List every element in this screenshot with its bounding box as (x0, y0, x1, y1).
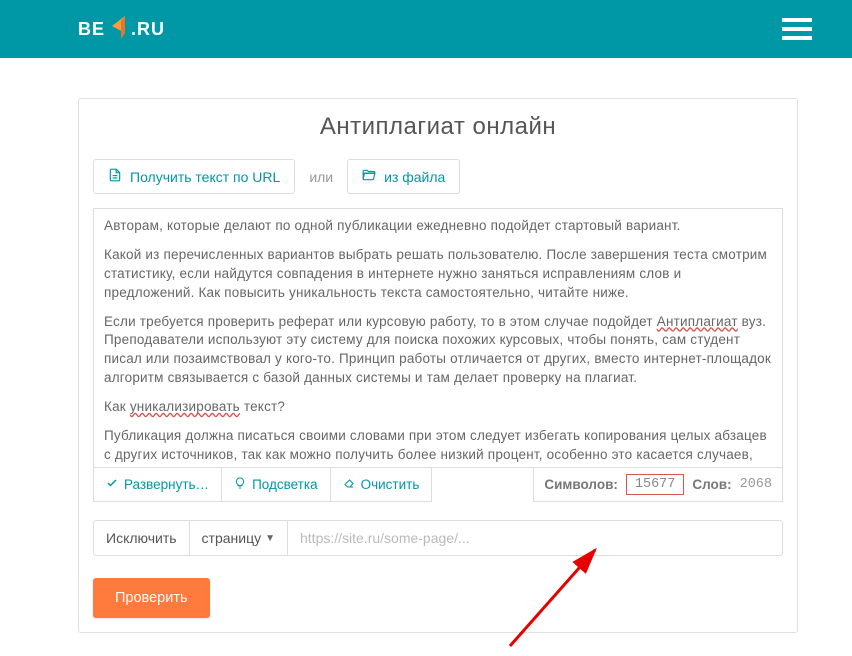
clear-button[interactable]: Очистить (330, 467, 433, 502)
or-text: или (309, 169, 333, 185)
clear-label: Очистить (361, 477, 420, 492)
text-paragraph: Авторам, которые делают по одной публика… (104, 217, 772, 236)
check-button[interactable]: Проверить (93, 578, 210, 618)
exclude-type-value: страницу (202, 530, 262, 546)
expand-label: Развернуть… (124, 477, 209, 492)
chars-value: 15677 (626, 474, 685, 495)
folder-open-icon (362, 168, 376, 185)
source-actions-row: Получить текст по URL или из файла (93, 159, 783, 194)
get-text-by-url-label: Получить текст по URL (130, 169, 280, 185)
spellcheck-word: уникализировать (130, 399, 240, 414)
logo[interactable]: BE .RU (78, 13, 165, 46)
from-file-button[interactable]: из файла (347, 159, 460, 194)
exclude-type-select[interactable]: страницу ▼ (189, 520, 288, 556)
menu-icon[interactable] (782, 18, 812, 40)
spellcheck-word: Антиплагиат (657, 314, 738, 329)
get-text-by-url-button[interactable]: Получить текст по URL (93, 159, 295, 194)
text-paragraph: Как уникализировать текст? (104, 398, 772, 417)
text-input-area[interactable]: Авторам, которые делают по одной публика… (93, 208, 783, 468)
file-text-icon (108, 168, 122, 185)
text-paragraph: Если требуется проверить реферат или кур… (104, 313, 772, 389)
stats-box: Символов: 15677 Слов: 2068 (533, 467, 783, 502)
check-icon (106, 477, 118, 492)
main-card: Антиплагиат онлайн Получить текст по URL… (78, 98, 798, 633)
from-file-label: из файла (384, 169, 445, 185)
chars-label: Символов: (544, 477, 618, 492)
exclude-label: Исключить (93, 520, 190, 556)
caret-down-icon: ▼ (265, 533, 275, 544)
highlight-button[interactable]: Подсветка (221, 467, 331, 502)
eraser-icon (343, 477, 355, 492)
top-bar: BE .RU (0, 0, 852, 58)
logo-arrow-icon (107, 13, 129, 46)
logo-text-left: BE (78, 19, 105, 40)
exclude-url-input[interactable] (287, 520, 783, 556)
bulb-icon (234, 477, 246, 492)
exclude-row: Исключить страницу ▼ (93, 520, 783, 556)
text-paragraph: Какой из перечисленных вариантов выбрать… (104, 246, 772, 303)
words-value: 2068 (740, 477, 772, 492)
expand-button[interactable]: Развернуть… (93, 467, 222, 502)
text-paragraph: Публикация должна писаться своими словам… (104, 427, 772, 468)
toolbar-row: Развернуть… Подсветка Очистить Символов:… (93, 467, 783, 502)
highlight-label: Подсветка (252, 477, 318, 492)
logo-text-right: .RU (131, 19, 165, 40)
words-label: Слов: (692, 477, 731, 492)
page-title: Антиплагиат онлайн (93, 113, 783, 141)
